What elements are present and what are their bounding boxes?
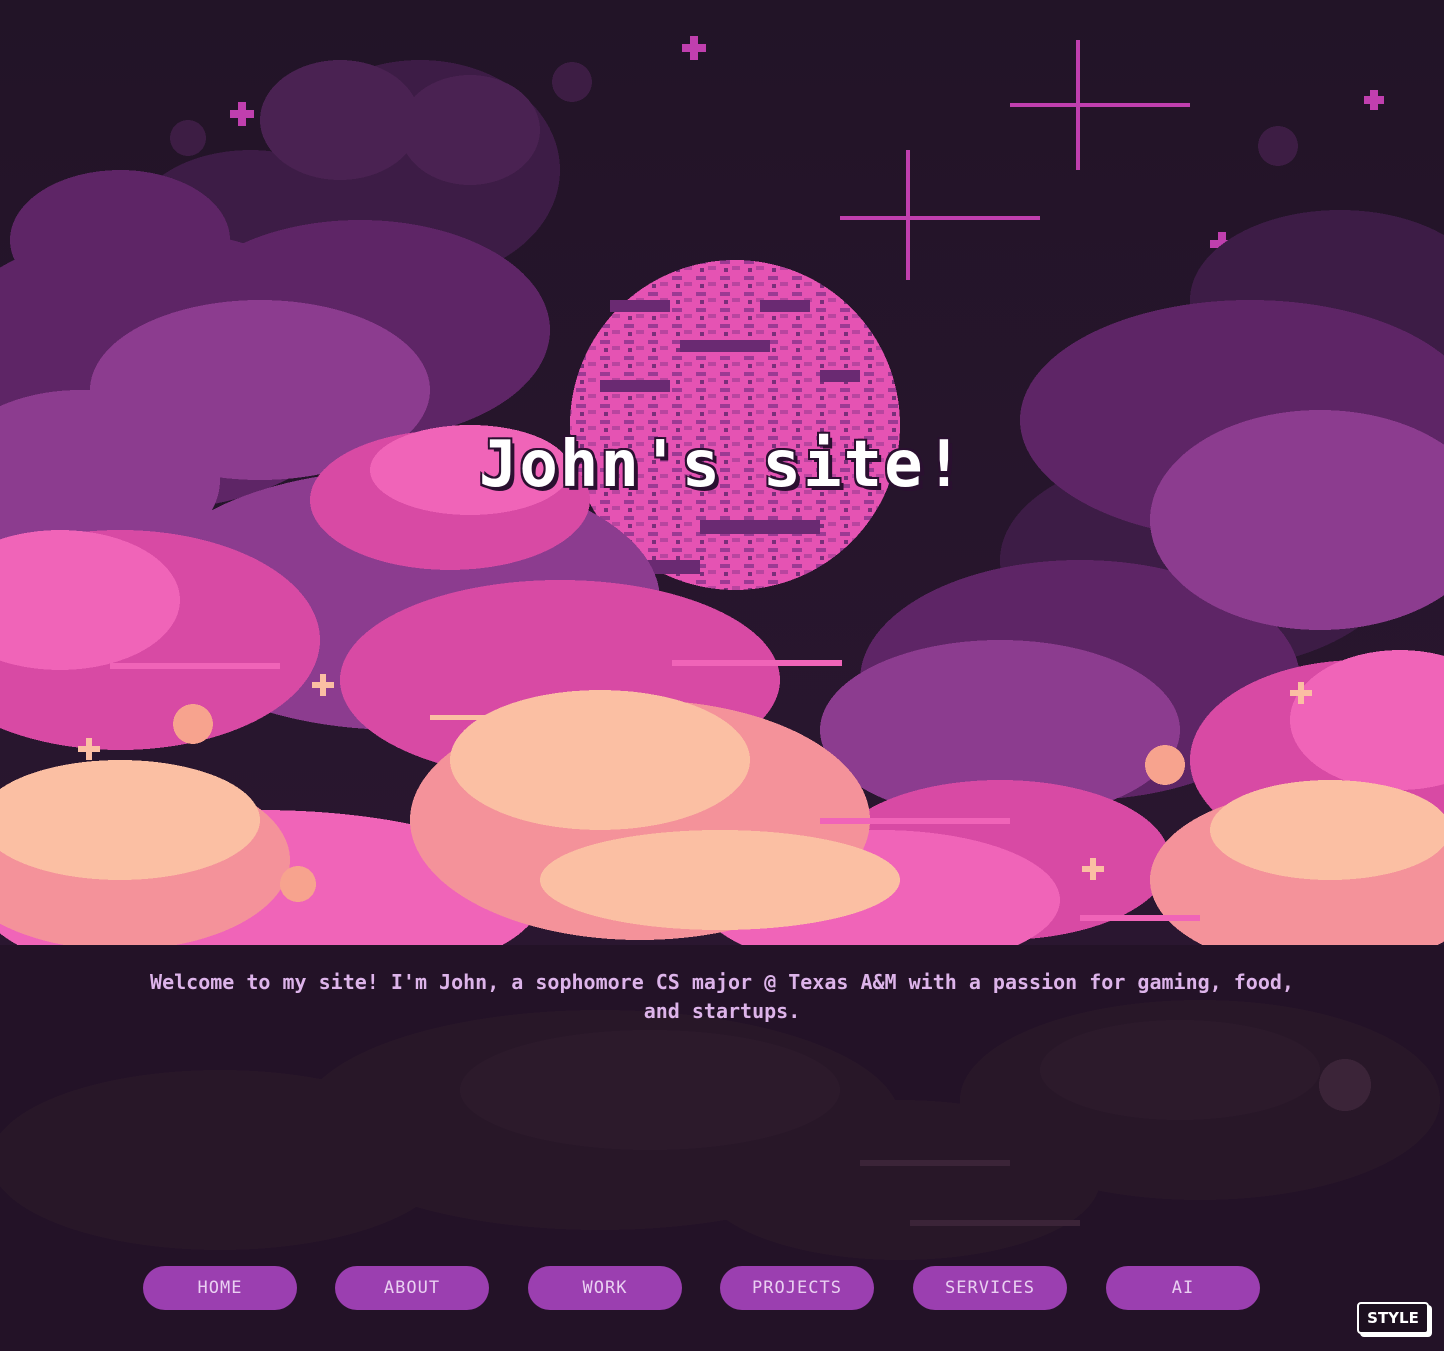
nav-services-button[interactable]: SERVICES	[913, 1266, 1067, 1310]
nav-about-button[interactable]: ABOUT	[335, 1266, 489, 1310]
page-title: John's site!	[478, 428, 966, 502]
nav-work-button[interactable]: WORK	[528, 1266, 682, 1310]
nav-home-button[interactable]: HOME	[143, 1266, 297, 1310]
nav-projects-button[interactable]: PROJECTS	[720, 1266, 874, 1310]
main-nav: HOME ABOUT WORK PROJECTS SERVICES AI	[0, 1266, 1444, 1312]
hero-background-illustration	[0, 0, 1444, 1351]
welcome-text: Welcome to my site! I'm John, a sophomor…	[150, 970, 1294, 1023]
nav-ai-button[interactable]: AI	[1106, 1266, 1260, 1310]
style-toggle-button[interactable]: STYLE	[1357, 1302, 1429, 1334]
